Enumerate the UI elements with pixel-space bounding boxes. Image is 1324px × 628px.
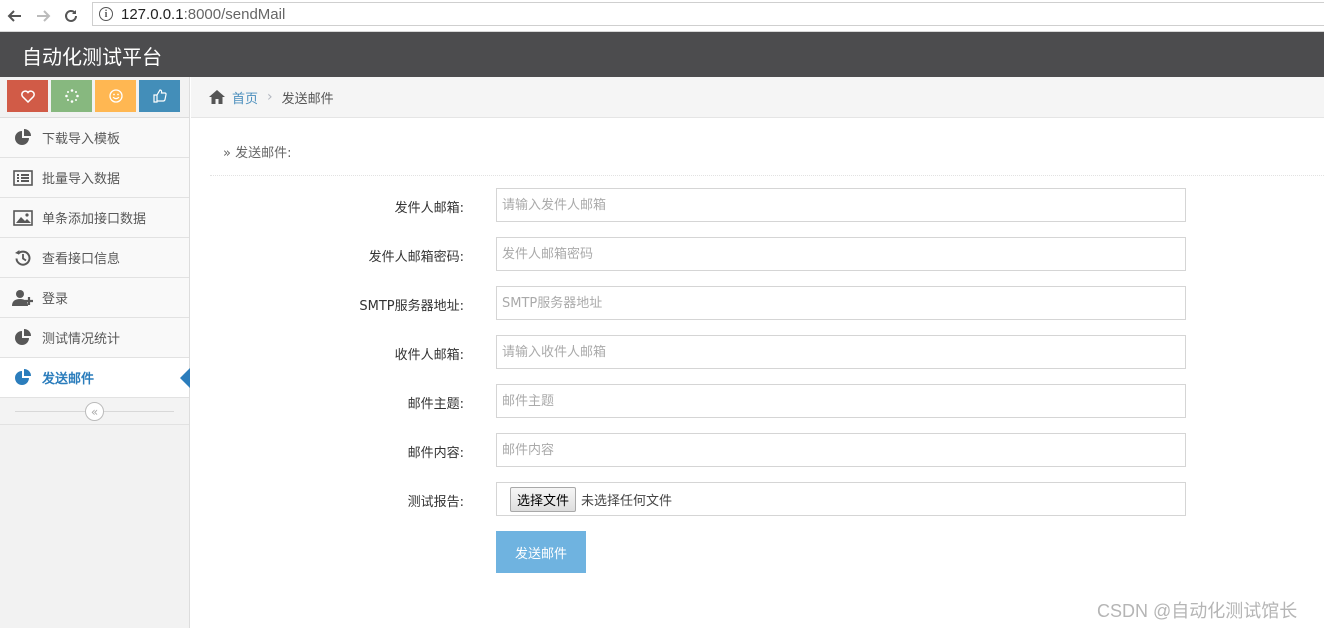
sidebar: 下载导入模板 批量导入数据 单条添加接口数据 查看接口信息 登录 测试情况统计 (0, 77, 190, 628)
picture-icon (12, 209, 34, 227)
sidebar-item-label: 登录 (42, 292, 69, 307)
choose-file-button[interactable]: 选择文件 (510, 486, 577, 512)
send-mail-button[interactable]: 发送邮件 (496, 531, 586, 573)
app-header: 自动化测试平台 (0, 32, 1324, 77)
sender-password-label: 发件人邮箱密码: (368, 250, 464, 265)
form-row-recipient-email: 收件人邮箱: (191, 335, 1324, 369)
smtp-server-label: SMTP服务器地址: (359, 299, 464, 314)
test-report-label: 测试报告: (407, 495, 464, 510)
pie-chart-icon (12, 128, 34, 147)
sender-email-input[interactable] (496, 188, 1186, 222)
double-chevron-left-icon: « (90, 404, 99, 419)
pie-chart-icon (12, 368, 34, 387)
sidebar-item-label: 发送邮件 (42, 372, 95, 387)
breadcrumb: 首页 › 发送邮件 (191, 77, 1324, 118)
sidebar-item-test-statistics[interactable]: 测试情况统计 (0, 318, 189, 358)
back-button[interactable] (2, 3, 28, 29)
sender-password-input[interactable] (496, 237, 1186, 271)
file-status-text: 未选择任何文件 (581, 493, 673, 509)
user-plus-icon (12, 289, 34, 307)
form-row-test-report: 测试报告: 选择文件 未选择任何文件 (191, 482, 1324, 516)
sidebar-item-label: 下载导入模板 (42, 132, 121, 147)
shortcut-smile-button[interactable] (95, 80, 136, 112)
breadcrumb-current: 发送邮件 (281, 91, 334, 107)
test-report-file-input: 选择文件 未选择任何文件 (496, 482, 1186, 516)
reload-button[interactable] (58, 3, 84, 29)
reload-icon (65, 9, 77, 22)
form-row-sender-password: 发件人邮箱密码: (191, 237, 1324, 271)
forward-button[interactable] (30, 3, 56, 29)
mail-content-input[interactable] (496, 433, 1186, 467)
shortcut-heart-button[interactable] (7, 80, 48, 112)
form-row-smtp-server: SMTP服务器地址: (191, 286, 1324, 320)
pie-chart-icon (12, 328, 34, 347)
app-title[interactable]: 自动化测试平台 (22, 41, 162, 70)
recipient-email-label: 收件人邮箱: (394, 348, 464, 363)
sidebar-item-send-mail[interactable]: 发送邮件 (0, 358, 190, 398)
heart-icon (20, 89, 35, 103)
url-path: :8000/sendMail (183, 5, 286, 23)
mail-subject-label: 邮件主题: (407, 397, 464, 412)
spinner-icon (64, 89, 79, 103)
address-bar[interactable]: i 127.0.0.1:8000/sendMail (92, 2, 1324, 26)
sidebar-item-label: 查看接口信息 (42, 252, 121, 267)
form-row-sender-email: 发件人邮箱: (191, 188, 1324, 222)
smile-icon (108, 89, 123, 103)
recipient-email-input[interactable] (496, 335, 1186, 369)
sidebar-item-label: 批量导入数据 (42, 172, 121, 187)
shortcut-spinner-button[interactable] (51, 80, 92, 112)
watermark: CSDN @自动化测试馆长 (1097, 601, 1298, 621)
sidebar-item-add-interface[interactable]: 单条添加接口数据 (0, 198, 189, 238)
thumbs-up-icon (152, 89, 167, 103)
shortcut-bar (0, 77, 189, 118)
sidebar-collapse-row: « (0, 398, 189, 425)
smtp-server-input[interactable] (496, 286, 1186, 320)
info-icon[interactable]: i (99, 7, 113, 21)
sidebar-item-batch-import[interactable]: 批量导入数据 (0, 158, 189, 198)
sender-email-label: 发件人邮箱: (394, 201, 464, 216)
sidebar-item-label: 测试情况统计 (42, 332, 121, 347)
arrow-right-icon (37, 9, 51, 22)
sidebar-item-download-template[interactable]: 下载导入模板 (0, 118, 189, 158)
form-row-mail-content: 邮件内容: (191, 433, 1324, 467)
sidebar-item-label: 单条添加接口数据 (42, 212, 147, 227)
browser-toolbar: i 127.0.0.1:8000/sendMail (0, 0, 1324, 32)
arrow-left-icon (7, 9, 21, 22)
page-title: » 发送邮件: (223, 146, 292, 161)
sidebar-item-view-interface[interactable]: 查看接口信息 (0, 238, 189, 278)
url-host: 127.0.0.1 (121, 5, 184, 23)
list-icon (12, 169, 34, 187)
sidebar-collapse-button[interactable]: « (85, 402, 104, 421)
page-header: » 发送邮件: (210, 118, 1324, 176)
mail-subject-input[interactable] (496, 384, 1186, 418)
mail-content-label: 邮件内容: (407, 446, 464, 461)
history-icon (12, 249, 34, 267)
sidebar-item-login[interactable]: 登录 (0, 278, 189, 318)
shortcut-thumbs-up-button[interactable] (139, 80, 180, 112)
breadcrumb-home-link[interactable]: 首页 (232, 88, 258, 107)
home-icon (209, 90, 225, 104)
breadcrumb-separator: › (267, 89, 273, 105)
form-row-mail-subject: 邮件主题: (191, 384, 1324, 418)
